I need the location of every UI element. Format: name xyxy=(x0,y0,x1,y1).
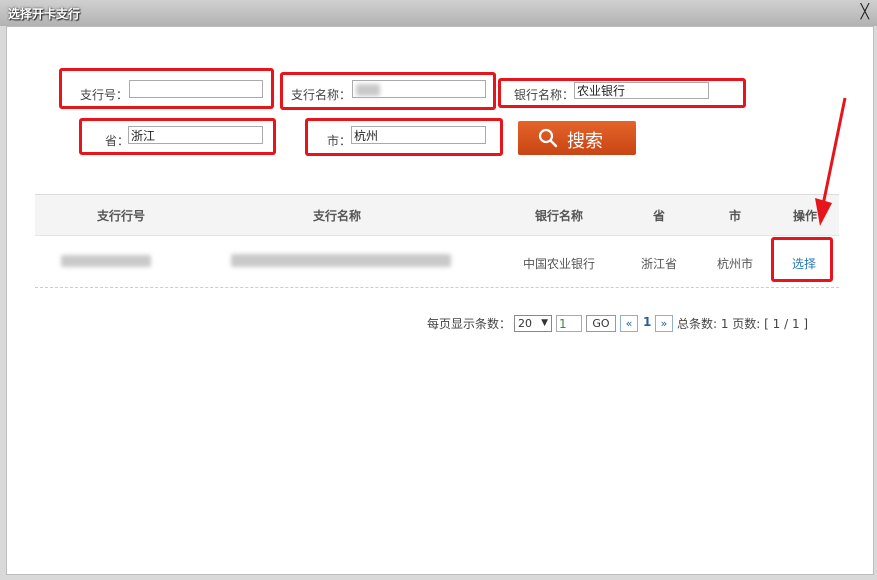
col-bank-name: 银行名称 xyxy=(534,209,584,223)
highlight-bank-name xyxy=(498,78,746,108)
cell-bank-name: 中国农业银行 xyxy=(522,257,596,271)
next-page-button[interactable]: » xyxy=(655,315,673,332)
current-page[interactable]: 1 xyxy=(643,315,651,329)
highlight-branch-name xyxy=(280,72,496,110)
dialog-titlebar[interactable]: 选择开卡支行 ╳ xyxy=(0,0,877,26)
dialog-content: 支行号： 支行名称： 银行名称： 省： 市： 搜索 支行行号 支行名称 xyxy=(6,26,874,575)
search-icon xyxy=(538,128,558,148)
dialog-window: 选择开卡支行 ╳ 支行号： 支行名称： 银行名称： 省： 市： 搜索 xyxy=(0,0,877,580)
page-input[interactable] xyxy=(556,315,582,332)
per-page-select[interactable]: 20 ▼ xyxy=(514,315,552,332)
redacted-branch-no xyxy=(61,255,151,267)
col-action: 操作 xyxy=(792,209,818,223)
per-page-value: 20 xyxy=(518,317,532,330)
search-button-label: 搜索 xyxy=(567,131,603,152)
highlight-city xyxy=(305,118,503,156)
per-page-label: 每页显示条数： xyxy=(427,317,512,331)
col-province: 省 xyxy=(652,209,666,223)
redacted-branch-name xyxy=(231,254,451,267)
col-branch-name: 支行名称 xyxy=(312,209,362,223)
cell-province: 浙江省 xyxy=(640,257,678,271)
cell-city: 杭州市 xyxy=(716,257,754,271)
col-city: 市 xyxy=(728,209,742,223)
highlight-select xyxy=(771,237,833,282)
table-header: 支行行号 支行名称 银行名称 省 市 操作 xyxy=(35,194,839,236)
highlight-province xyxy=(79,118,276,155)
search-button[interactable]: 搜索 xyxy=(518,121,636,155)
prev-page-button[interactable]: « xyxy=(620,315,638,332)
row-divider xyxy=(35,287,839,288)
highlight-branch-no xyxy=(59,68,274,109)
chevron-down-icon: ▼ xyxy=(541,318,548,328)
dialog-title: 选择开卡支行 xyxy=(8,7,81,21)
pagination-summary: 总条数: 1 页数: [ 1 / 1 ] xyxy=(677,317,809,331)
col-branch-no: 支行行号 xyxy=(96,209,146,223)
go-button[interactable]: GO xyxy=(586,315,616,332)
close-icon[interactable]: ╳ xyxy=(861,3,869,21)
